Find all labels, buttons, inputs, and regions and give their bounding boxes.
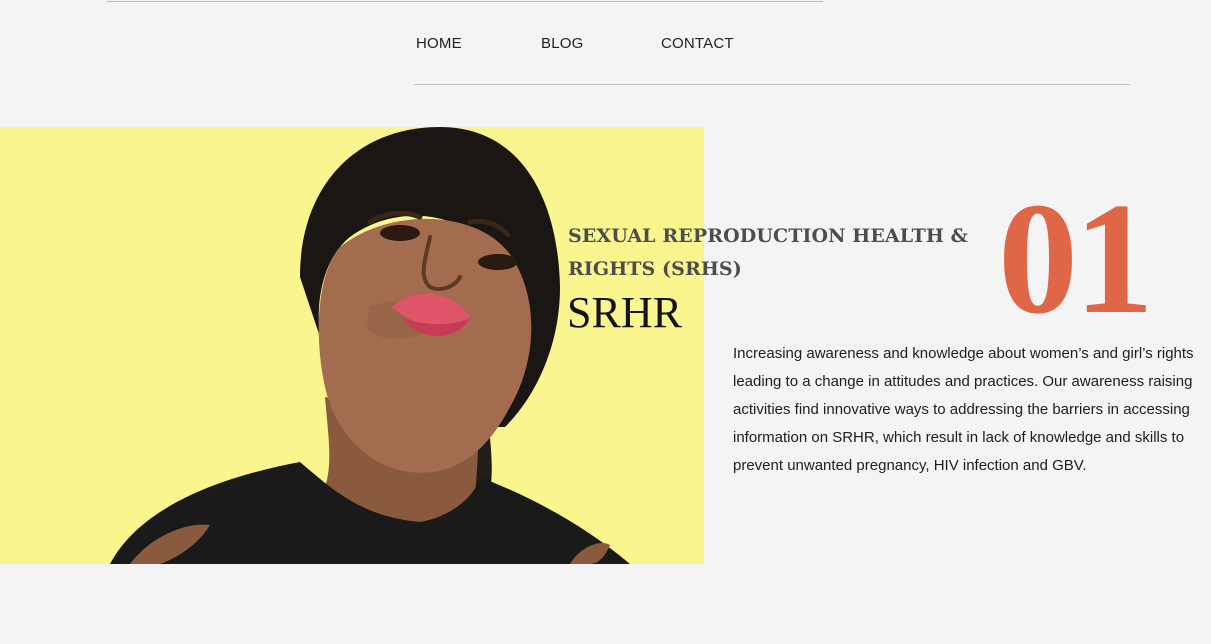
feature-title: SRHR <box>567 288 682 337</box>
feature-number: 01 <box>998 169 1154 347</box>
hero-photo <box>0 127 704 564</box>
nav-link-contact[interactable]: CONTACT <box>661 35 734 52</box>
top-divider <box>107 1 823 2</box>
nav-link-home[interactable]: HOME <box>416 35 462 52</box>
nav-divider <box>414 84 1130 85</box>
nav-link-blog[interactable]: BLOG <box>541 35 583 52</box>
feature-kicker: SEXUAL REPRODUCTION HEALTH & RIGHTS (SRH… <box>568 225 968 280</box>
feature-description: Increasing awareness and knowledge about… <box>733 345 1194 474</box>
